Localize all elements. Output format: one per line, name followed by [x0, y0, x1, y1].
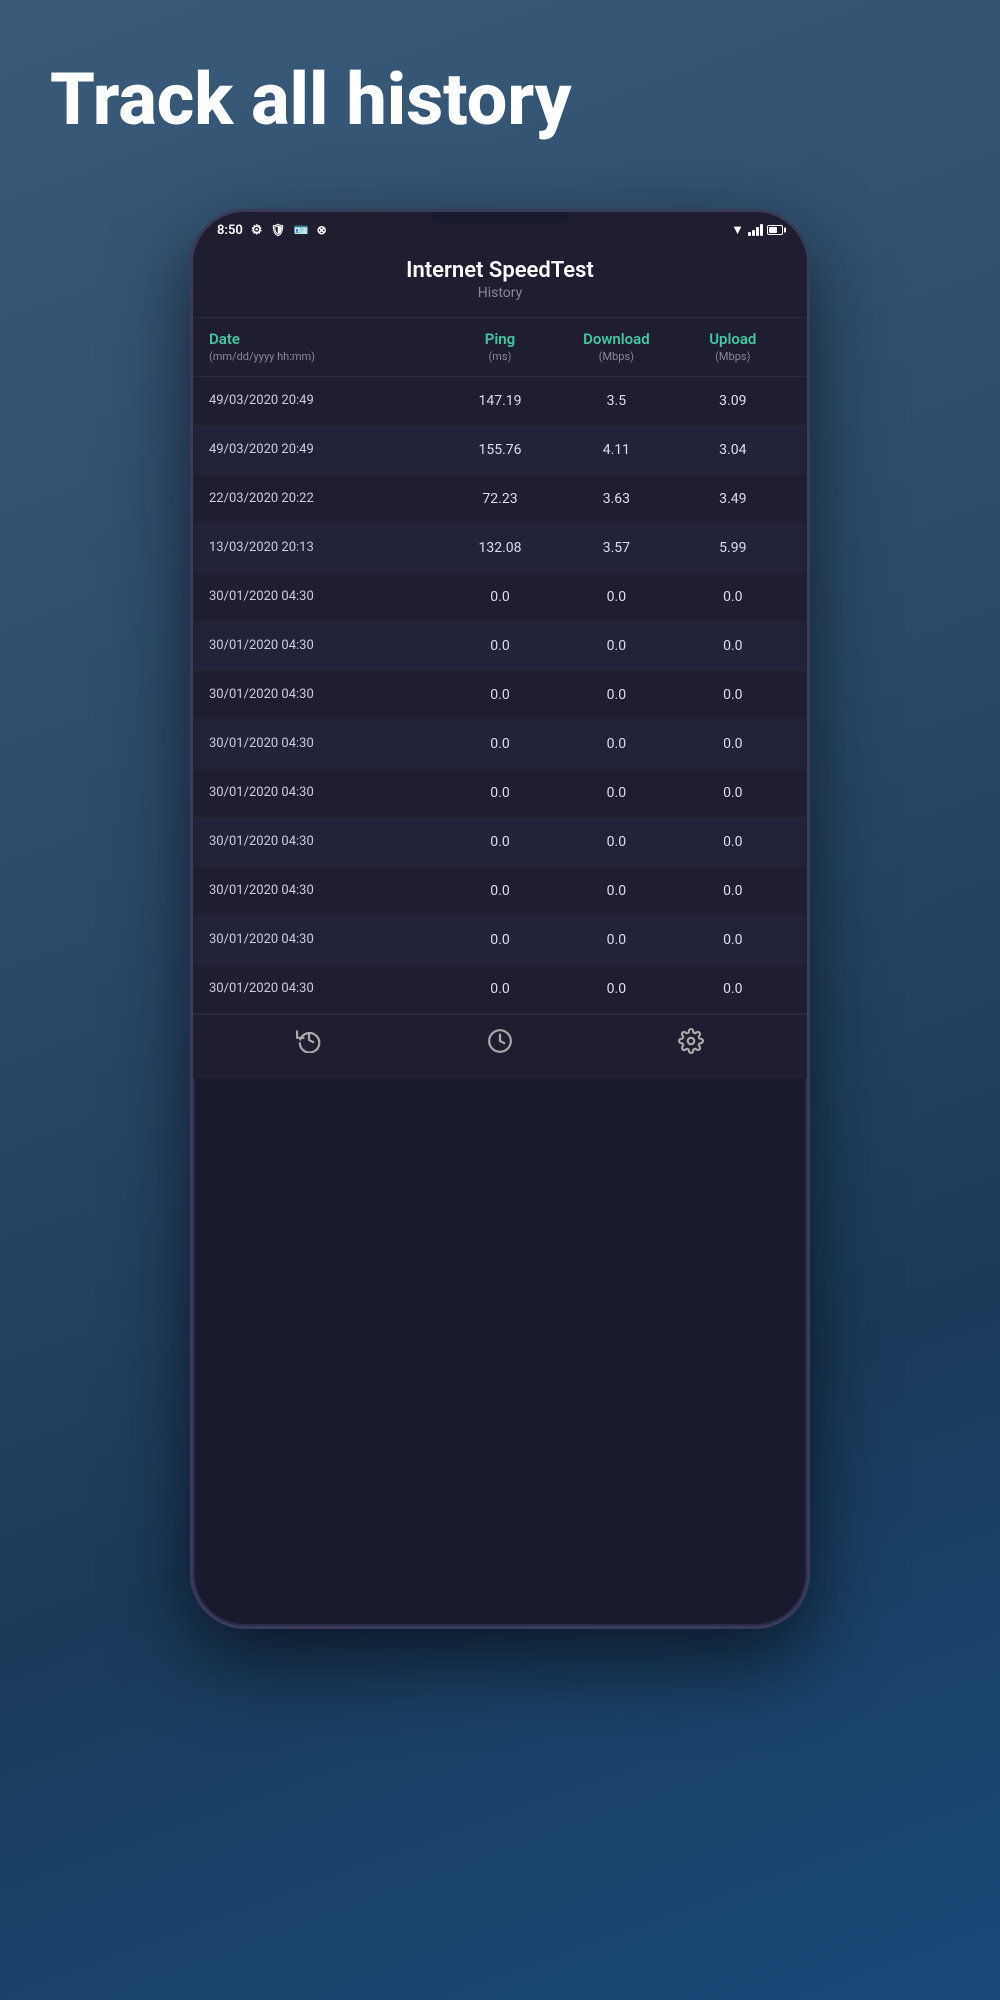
cell-download: 0.0 [558, 638, 674, 654]
cell-ping: 147.19 [442, 393, 558, 409]
cell-upload: 0.0 [675, 589, 791, 605]
battery-icon [767, 225, 783, 235]
nav-history[interactable] [296, 1027, 322, 1059]
cell-date: 30/01/2020 04:30 [209, 589, 442, 605]
cell-upload: 0.0 [675, 834, 791, 850]
history-table: Date (mm/dd/yyyy hh:mm) Ping (ms) Downlo… [193, 318, 807, 1014]
nav-speedtest[interactable] [487, 1028, 513, 1057]
signal-icon [748, 224, 763, 236]
shield-icon: 🛡 [270, 223, 285, 237]
cell-ping: 0.0 [442, 883, 558, 899]
speedtest-icon [487, 1028, 513, 1057]
cell-download: 0.0 [558, 932, 674, 948]
cell-download: 0.0 [558, 736, 674, 752]
cell-date: 22/03/2020 20:22 [209, 491, 442, 507]
table-row: 30/01/2020 04:30 0.0 0.0 0.0 [193, 818, 807, 867]
status-left: 8:50 ⚙ 🛡 🪪 ⊗ [217, 223, 327, 238]
cell-ping: 132.08 [442, 540, 558, 556]
cell-ping: 0.0 [442, 736, 558, 752]
cell-date: 30/01/2020 04:30 [209, 932, 442, 948]
headline: Track all history [0, 0, 1000, 179]
table-header: Date (mm/dd/yyyy hh:mm) Ping (ms) Downlo… [193, 318, 807, 377]
cell-upload: 0.0 [675, 638, 791, 654]
table-row: 30/01/2020 04:30 0.0 0.0 0.0 [193, 916, 807, 965]
cell-download: 0.0 [558, 883, 674, 899]
cell-upload: 0.0 [675, 687, 791, 703]
phone-mockup: 8:50 ⚙ 🛡 🪪 ⊗ ▼ [190, 209, 810, 1629]
cell-download: 0.0 [558, 589, 674, 605]
cell-ping: 0.0 [442, 589, 558, 605]
cell-download: 0.0 [558, 981, 674, 997]
cell-date: 49/03/2020 20:49 [209, 393, 442, 409]
cell-date: 30/01/2020 04:30 [209, 834, 442, 850]
table-row: 49/03/2020 20:49 155.76 4.11 3.04 [193, 426, 807, 475]
cell-date: 30/01/2020 04:30 [209, 981, 442, 997]
wifi-icon: ▼ [731, 222, 744, 238]
table-row: 13/03/2020 20:13 132.08 3.57 5.99 [193, 524, 807, 573]
cell-download: 3.5 [558, 393, 674, 409]
cell-download: 4.11 [558, 442, 674, 458]
table-row: 30/01/2020 04:30 0.0 0.0 0.0 [193, 671, 807, 720]
gear-icon: ⚙ [251, 223, 263, 238]
time-display: 8:50 [217, 223, 243, 238]
wallet-icon: 🪪 [294, 223, 309, 237]
cell-ping: 0.0 [442, 834, 558, 850]
cell-date: 30/01/2020 04:30 [209, 687, 442, 703]
cell-ping: 155.76 [442, 442, 558, 458]
cell-date: 30/01/2020 04:30 [209, 785, 442, 801]
cell-ping: 0.0 [442, 687, 558, 703]
table-row: 30/01/2020 04:30 0.0 0.0 0.0 [193, 573, 807, 622]
cell-upload: 3.49 [675, 491, 791, 507]
ring-icon: ⊗ [317, 223, 327, 237]
table-row: 30/01/2020 04:30 0.0 0.0 0.0 [193, 769, 807, 818]
cell-download: 0.0 [558, 687, 674, 703]
col-header-upload: Upload (Mbps) [675, 330, 791, 364]
cell-ping: 0.0 [442, 932, 558, 948]
cell-download: 0.0 [558, 785, 674, 801]
cell-download: 3.63 [558, 491, 674, 507]
app-title: Internet SpeedTest [213, 258, 787, 283]
cell-upload: 3.09 [675, 393, 791, 409]
col-header-date: Date (mm/dd/yyyy hh:mm) [209, 330, 442, 364]
table-row: 30/01/2020 04:30 0.0 0.0 0.0 [193, 622, 807, 671]
cell-upload: 0.0 [675, 785, 791, 801]
cell-upload: 5.99 [675, 540, 791, 556]
cell-upload: 0.0 [675, 883, 791, 899]
cell-upload: 0.0 [675, 736, 791, 752]
nav-settings[interactable] [678, 1028, 704, 1057]
cell-upload: 0.0 [675, 981, 791, 997]
settings-icon [678, 1028, 704, 1057]
cell-date: 30/01/2020 04:30 [209, 638, 442, 654]
cell-date: 30/01/2020 04:30 [209, 883, 442, 899]
cell-upload: 0.0 [675, 932, 791, 948]
phone-container: 8:50 ⚙ 🛡 🪪 ⊗ ▼ [0, 179, 1000, 1629]
cell-download: 0.0 [558, 834, 674, 850]
cell-date: 30/01/2020 04:30 [209, 736, 442, 752]
col-header-ping: Ping (ms) [442, 330, 558, 364]
table-rows-container: 49/03/2020 20:49 147.19 3.5 3.09 49/03/2… [193, 377, 807, 1014]
cell-ping: 0.0 [442, 981, 558, 997]
table-row: 22/03/2020 20:22 72.23 3.63 3.49 [193, 475, 807, 524]
cell-download: 3.57 [558, 540, 674, 556]
cell-ping: 72.23 [442, 491, 558, 507]
table-row: 30/01/2020 04:30 0.0 0.0 0.0 [193, 720, 807, 769]
table-row: 49/03/2020 20:49 147.19 3.5 3.09 [193, 377, 807, 426]
cell-upload: 3.04 [675, 442, 791, 458]
cell-date: 49/03/2020 20:49 [209, 442, 442, 458]
cell-date: 13/03/2020 20:13 [209, 540, 442, 556]
col-header-download: Download (Mbps) [558, 330, 674, 364]
bottom-nav [193, 1014, 807, 1079]
table-row: 30/01/2020 04:30 0.0 0.0 0.0 [193, 867, 807, 916]
cell-ping: 0.0 [442, 638, 558, 654]
phone-notch [430, 212, 570, 224]
status-right: ▼ [731, 222, 783, 238]
history-icon [296, 1027, 322, 1059]
app-header: Internet SpeedTest History [193, 244, 807, 318]
app-subtitle: History [213, 285, 787, 301]
table-row: 30/01/2020 04:30 0.0 0.0 0.0 [193, 965, 807, 1014]
cell-ping: 0.0 [442, 785, 558, 801]
